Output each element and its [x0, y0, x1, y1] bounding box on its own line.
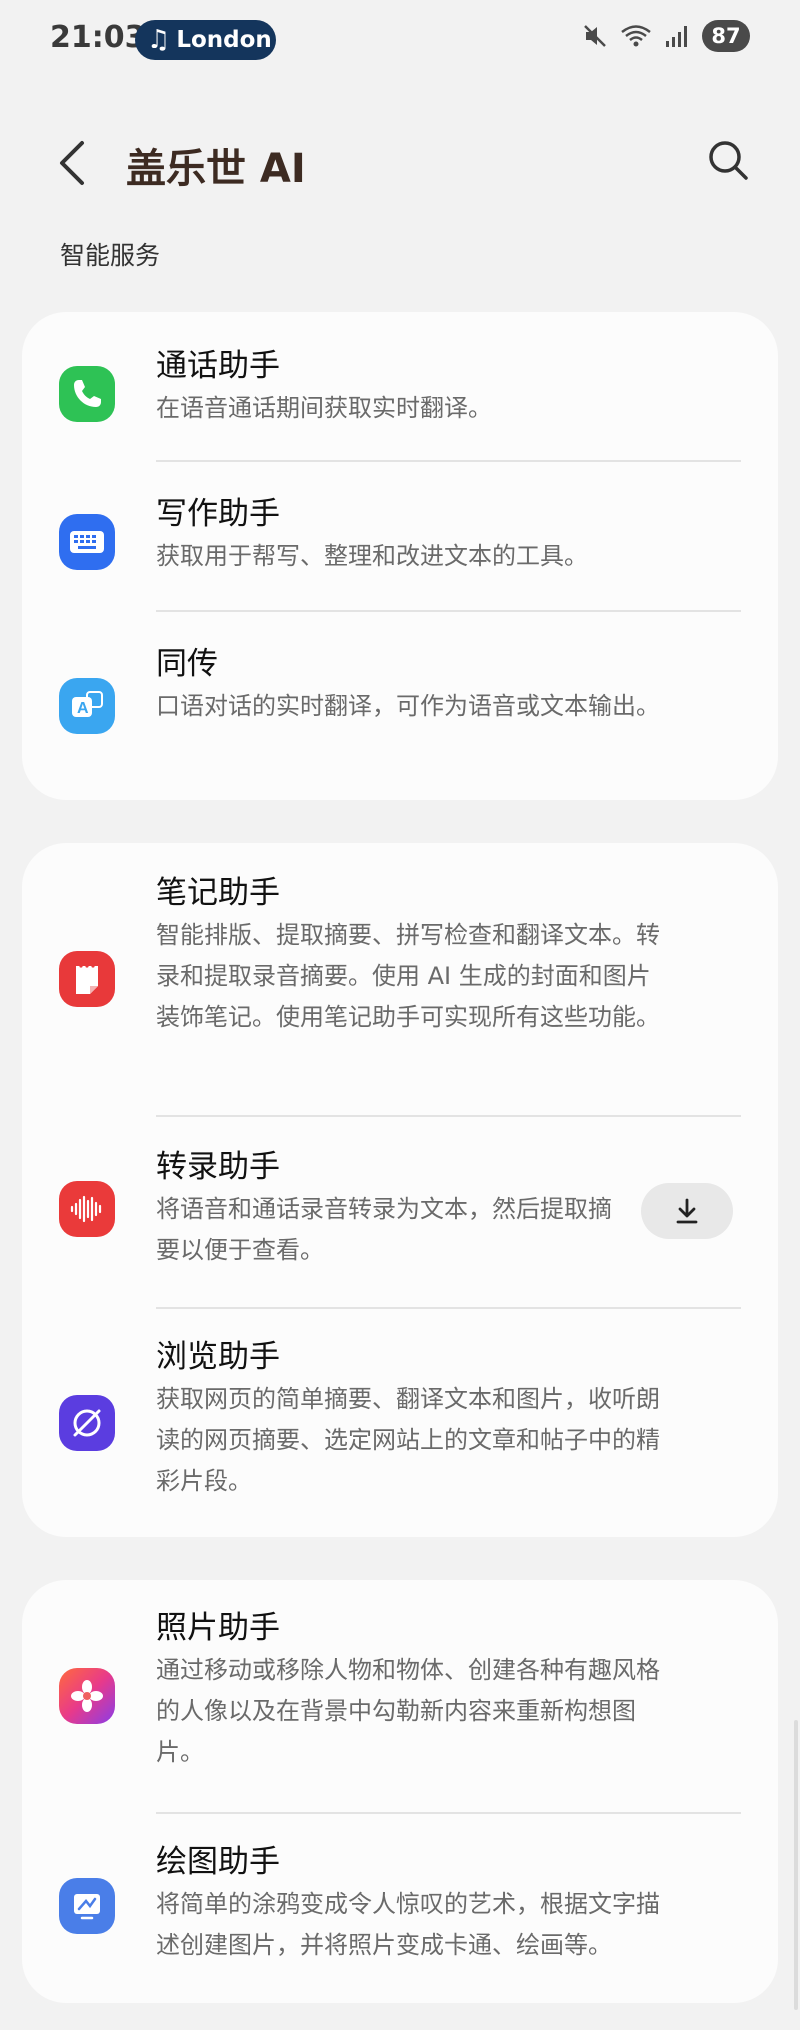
drawing-icon [59, 1878, 115, 1934]
page-title: 盖乐世 AI [126, 146, 306, 192]
download-button[interactable] [641, 1183, 733, 1239]
list-item-browsing-assist[interactable]: 浏览助手 获取网页的简单摘要、翻译文本和图片，收听朗读的网页摘要、选定网站上的文… [22, 1309, 778, 1537]
item-description: 获取用于帮写、整理和改进文本的工具。 [156, 542, 588, 570]
flower-icon [59, 1668, 115, 1724]
item-description: 在语音通话期间获取实时翻译。 [156, 394, 492, 422]
settings-card: 照片助手 通过移动或移除人物和物体、创建各种有趣风格的人像以及在背景中勾勒新内容… [22, 1580, 778, 2003]
status-time: 21:03 [50, 20, 146, 55]
waveform-icon [59, 1181, 115, 1237]
back-arrow-icon[interactable] [52, 138, 92, 188]
item-title: 同传 [156, 646, 218, 682]
scrollbar[interactable] [794, 1720, 798, 2010]
list-item-photo-assist[interactable]: 照片助手 通过移动或移除人物和物体、创建各种有趣风格的人像以及在背景中勾勒新内容… [22, 1580, 778, 1812]
item-title: 浏览助手 [156, 1339, 280, 1375]
list-item-call-assist[interactable]: 通话助手 在语音通话期间获取实时翻译。 [22, 312, 778, 460]
music-note-icon: ♫ [147, 25, 171, 55]
item-description: 将语音和通话录音转录为文本，然后提取摘要以便于查看。 [156, 1195, 612, 1264]
status-icons: 87 [582, 20, 750, 52]
status-bar: 21:03 ♫ London 87 [0, 0, 800, 80]
download-icon [676, 1198, 698, 1224]
item-title: 笔记助手 [156, 875, 280, 911]
keyboard-icon [59, 514, 115, 570]
item-title: 写作助手 [156, 496, 280, 532]
notes-icon [59, 951, 115, 1007]
list-item-interpreter[interactable]: A 同传 口语对话的实时翻译，可作为语音或文本输出。 [22, 612, 778, 800]
section-label: 智能服务 [60, 241, 161, 270]
mute-icon [584, 25, 606, 47]
settings-card: 通话助手 在语音通话期间获取实时翻译。 写作助手 获取用于帮写、整理和改进文本的… [22, 312, 778, 800]
item-description: 通过移动或移除人物和物体、创建各种有趣风格的人像以及在背景中勾勒新内容来重新构想… [156, 1656, 660, 1766]
item-title: 通话助手 [156, 348, 280, 384]
browser-icon [59, 1395, 115, 1451]
now-playing-pill[interactable]: ♫ London [135, 20, 276, 60]
item-description: 智能排版、提取摘要、拼写检查和翻译文本。转录和提取录音摘要。使用 AI 生成的封… [156, 921, 660, 1031]
now-playing-label: London [176, 27, 272, 53]
item-description: 将简单的涂鸦变成令人惊叹的艺术，根据文字描述创建图片，并将照片变成卡通、绘画等。 [156, 1890, 660, 1959]
phone-icon [59, 366, 115, 422]
list-item-writing-assist[interactable]: 写作助手 获取用于帮写、整理和改进文本的工具。 [22, 462, 778, 610]
translate-icon: A [59, 678, 115, 734]
search-icon[interactable] [706, 138, 750, 182]
item-description: 口语对话的实时翻译，可作为语音或文本输出。 [156, 692, 660, 720]
list-item-transcript-assist[interactable]: 转录助手 将语音和通话录音转录为文本，然后提取摘要以便于查看。 [22, 1117, 778, 1307]
wifi-icon [621, 25, 651, 47]
item-title: 转录助手 [156, 1149, 280, 1185]
signal-icon [666, 26, 687, 47]
item-title: 照片助手 [156, 1610, 280, 1646]
battery-indicator: 87 [702, 20, 750, 52]
list-item-drawing-assist[interactable]: 绘图助手 将简单的涂鸦变成令人惊叹的艺术，根据文字描述创建图片，并将照片变成卡通… [22, 1814, 778, 2003]
app-header: 盖乐世 AI [0, 120, 800, 200]
list-item-note-assist[interactable]: 笔记助手 智能排版、提取摘要、拼写检查和翻译文本。转录和提取录音摘要。使用 AI… [22, 843, 778, 1115]
item-title: 绘图助手 [156, 1844, 280, 1880]
settings-card: 笔记助手 智能排版、提取摘要、拼写检查和翻译文本。转录和提取录音摘要。使用 AI… [22, 843, 778, 1537]
item-description: 获取网页的简单摘要、翻译文本和图片，收听朗读的网页摘要、选定网站上的文章和帖子中… [156, 1385, 660, 1495]
